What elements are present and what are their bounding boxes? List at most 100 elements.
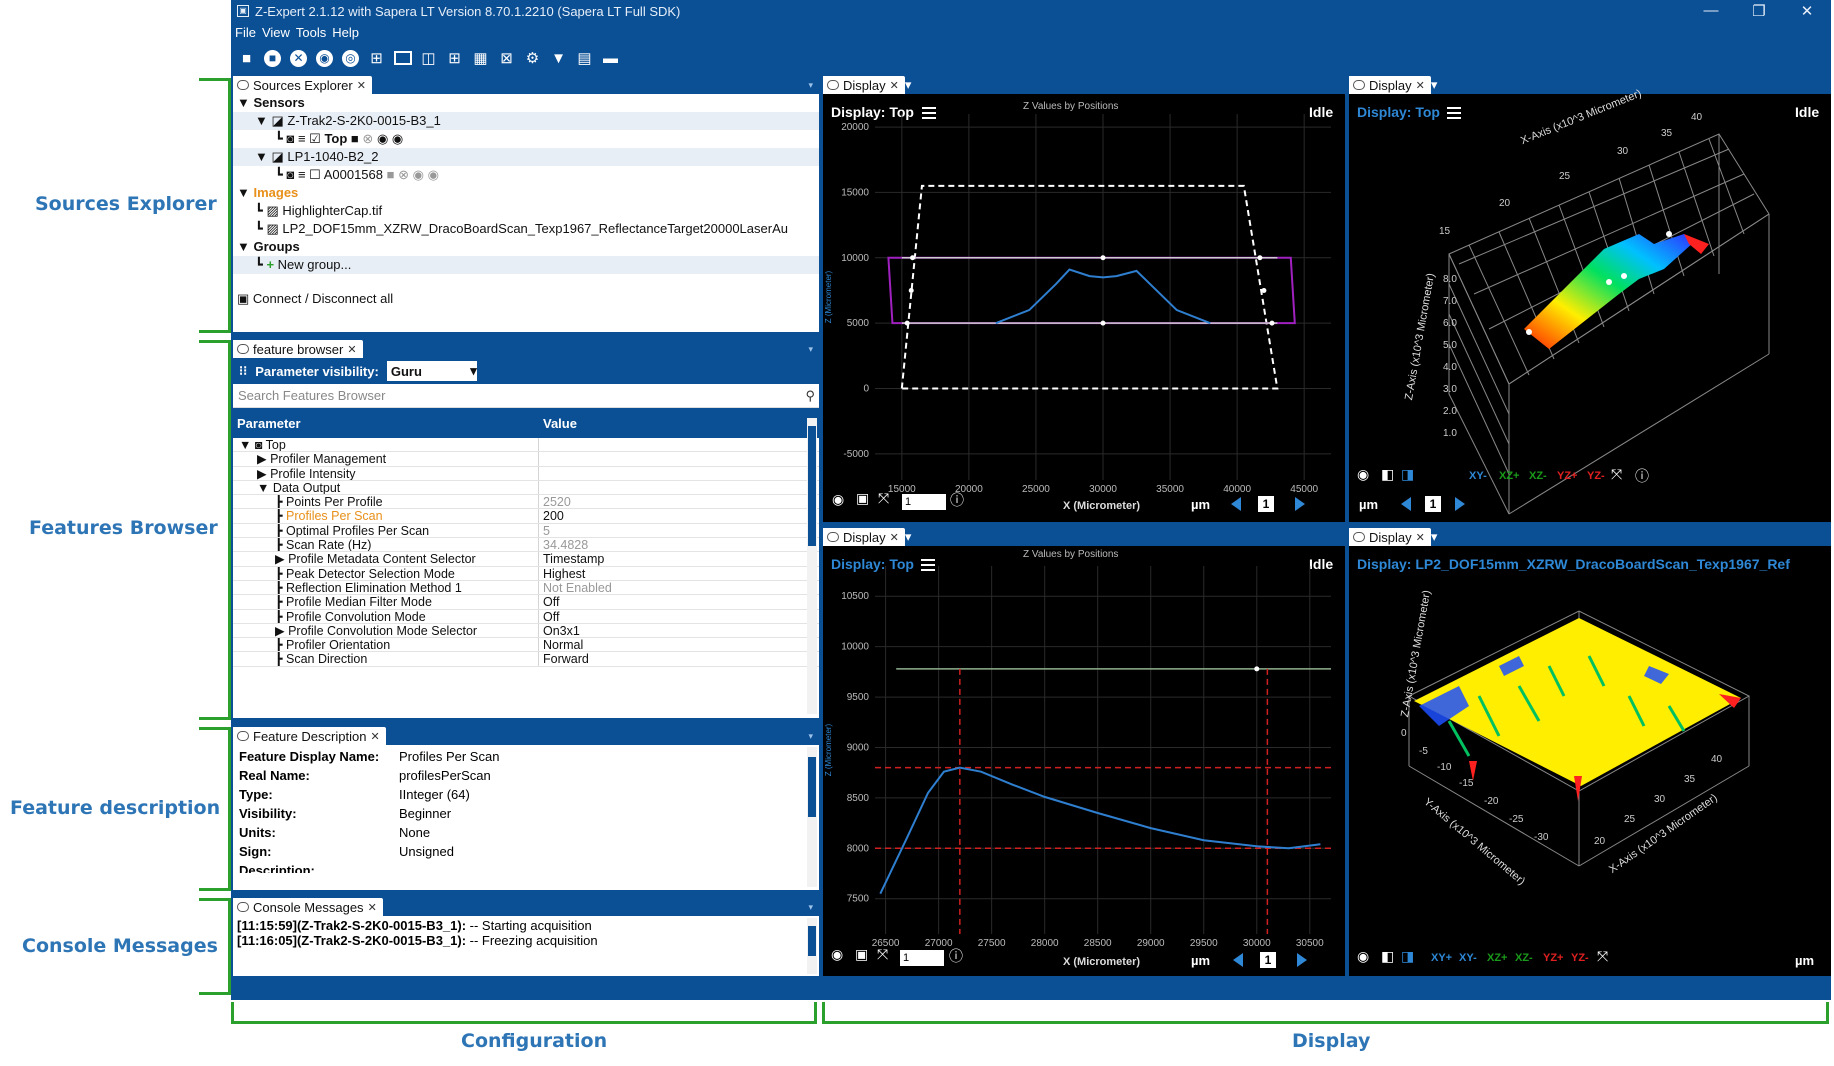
- view-xz-minus-button[interactable]: XZ-: [1529, 470, 1547, 482]
- tab-display[interactable]: Display ✕: [1349, 76, 1431, 94]
- info-icon[interactable]: ⓘ: [1635, 466, 1649, 486]
- close-tab-icon[interactable]: ✕: [368, 901, 377, 914]
- fit-icon[interactable]: ⤧: [877, 946, 888, 963]
- minimize-button[interactable]: —: [1687, 2, 1735, 20]
- restore-button[interactable]: ❐: [1735, 2, 1783, 20]
- feature-value[interactable]: 200: [539, 509, 564, 523]
- tab-display[interactable]: Display ✕: [823, 528, 905, 546]
- feature-row[interactable]: ▶ Profile Convolution Mode Selector On3x1: [233, 623, 819, 639]
- view-xz-minus-button[interactable]: XZ-: [1515, 952, 1533, 964]
- search-icon[interactable]: ⚲: [805, 388, 815, 404]
- close-tab-icon[interactable]: ✕: [1416, 531, 1425, 544]
- eye-icon[interactable]: ◉: [832, 491, 844, 508]
- close-tab-icon[interactable]: ✕: [890, 79, 899, 92]
- fit-icon[interactable]: ⤧: [878, 490, 889, 507]
- feature-search[interactable]: Search Features Browser ⚲: [233, 384, 819, 408]
- menu-view[interactable]: View: [262, 25, 290, 40]
- checkbox-checked-icon[interactable]: ☑: [309, 131, 321, 146]
- view-yz-plus-button[interactable]: YZ+: [1557, 470, 1577, 482]
- quad-layout-icon[interactable]: ⊞: [443, 47, 466, 70]
- grid-scrollbar-thumb[interactable]: [808, 426, 816, 546]
- tab-feature-browser[interactable]: feature browser ✕: [233, 340, 363, 358]
- view-xy-minus-button[interactable]: XY-: [1459, 952, 1477, 964]
- tree-new-group[interactable]: ┗ + New group...: [233, 256, 819, 274]
- tree-sensor1[interactable]: ▼ ◪ Z-Trak2-S-2K0-0015-B3_1: [233, 112, 819, 130]
- feature-row[interactable]: ┣ Scan Direction Forward: [233, 652, 819, 667]
- pane-menu-icon[interactable]: ▾: [1431, 529, 1438, 545]
- tree-image1[interactable]: ┗ ▨ HighlighterCap.tif: [233, 202, 819, 220]
- cube-icon[interactable]: ◧: [1381, 948, 1394, 965]
- feature-row[interactable]: ┣ Points Per Profile 2520: [233, 495, 819, 510]
- feature-value[interactable]: On3x1: [539, 624, 580, 638]
- snap-icon[interactable]: ◉: [313, 47, 336, 70]
- grid-scrollbar[interactable]: [807, 418, 817, 714]
- info-icon[interactable]: ⓘ: [950, 490, 964, 510]
- checkbox-icon[interactable]: ☐: [309, 167, 321, 182]
- hamburger-menu-icon[interactable]: [1447, 107, 1461, 119]
- col-value[interactable]: Value: [539, 416, 577, 431]
- tree-images[interactable]: ▼ Images: [233, 184, 819, 202]
- close-tab-icon[interactable]: ✕: [890, 531, 899, 544]
- chart-1[interactable]: 15000 20000 25000 30000 35000 40000 45000-5000…: [823, 94, 1345, 522]
- pane-menu-icon[interactable]: ▾: [1431, 77, 1438, 93]
- pane-menu-icon[interactable]: ▾: [808, 731, 813, 742]
- col-parameter[interactable]: Parameter: [233, 416, 539, 431]
- next-frame-icon[interactable]: [1455, 497, 1465, 511]
- description-scrollbar-thumb[interactable]: [808, 757, 816, 817]
- view-xz-plus-button[interactable]: XZ+: [1487, 952, 1507, 964]
- cube-icon[interactable]: ◧: [1381, 466, 1394, 483]
- pane-menu-icon[interactable]: ▾: [905, 529, 912, 545]
- camera-icon[interactable]: ■: [235, 47, 258, 70]
- view-xy-plus-button[interactable]: XY+: [1431, 952, 1452, 964]
- menu-file[interactable]: File: [235, 25, 256, 40]
- cube-outline-icon[interactable]: ◨: [1401, 948, 1414, 965]
- single-layout-icon[interactable]: [391, 47, 414, 70]
- eye-icon[interactable]: ◉: [831, 946, 843, 963]
- tree-sensor2[interactable]: ▼ ◪ LP1-1040-B2_2: [233, 148, 819, 166]
- cube-outline-icon[interactable]: ◨: [1401, 466, 1414, 483]
- feature-value[interactable]: Normal: [539, 638, 583, 652]
- save-icon[interactable]: ▤: [573, 47, 596, 70]
- tab-display[interactable]: Display ✕: [823, 76, 905, 94]
- load-icon[interactable]: ▼: [547, 47, 570, 70]
- export-icon[interactable]: ▬: [599, 47, 622, 70]
- menu-tools[interactable]: Tools: [296, 25, 326, 40]
- feature-value[interactable]: Forward: [539, 652, 589, 666]
- feature-row[interactable]: ┣ Profile Convolution Mode Off: [233, 609, 819, 624]
- next-frame-icon[interactable]: [1297, 953, 1307, 967]
- description-scrollbar[interactable]: [807, 747, 817, 887]
- grid-layout-icon[interactable]: ▦: [469, 47, 492, 70]
- prev-frame-icon[interactable]: [1233, 953, 1243, 967]
- add-display-icon[interactable]: ⊞: [365, 47, 388, 70]
- grab-icon[interactable]: ◎: [339, 47, 362, 70]
- feature-value[interactable]: Not Enabled: [539, 581, 612, 595]
- feature-value[interactable]: 34.4828: [539, 538, 588, 552]
- feature-row[interactable]: ▼ ◙ Top: [233, 438, 819, 453]
- view-yz-minus-button[interactable]: YZ-: [1587, 470, 1605, 482]
- settings-gear-icon[interactable]: ⚙: [521, 47, 544, 70]
- window-icon[interactable]: ▣: [856, 490, 869, 507]
- pane-menu-icon[interactable]: ▾: [808, 344, 813, 355]
- view-yz-plus-button[interactable]: YZ+: [1543, 952, 1563, 964]
- tree-sensor1-top[interactable]: ┗ ◙ ≡ ☑ Top ■ ⊗ ◉ ◉: [233, 130, 819, 148]
- cancel-icon[interactable]: ✕: [287, 47, 310, 70]
- close-tab-icon[interactable]: ✕: [1416, 79, 1425, 92]
- pane-menu-icon[interactable]: ▾: [808, 902, 813, 913]
- scale-spinner[interactable]: 1: [900, 950, 944, 966]
- feature-value[interactable]: Timestamp: [539, 552, 604, 566]
- feature-row[interactable]: ▶ Profile Metadata Content Selector Times…: [233, 552, 819, 567]
- stop-icon[interactable]: ■: [261, 47, 284, 70]
- prev-frame-icon[interactable]: [1231, 497, 1241, 511]
- feature-value[interactable]: 5: [539, 524, 550, 538]
- feature-row[interactable]: ▶ Profiler Management: [233, 452, 819, 467]
- feature-value[interactable]: 2520: [539, 495, 571, 509]
- feature-value[interactable]: Highest: [539, 567, 585, 581]
- tab-feature-description[interactable]: Feature Description ✕: [233, 727, 386, 745]
- close-button[interactable]: ✕: [1783, 2, 1831, 20]
- tab-display[interactable]: Display ✕: [1349, 528, 1431, 546]
- close-all-icon[interactable]: ⊠: [495, 47, 518, 70]
- feature-row[interactable]: ▶ Profile Intensity: [233, 466, 819, 481]
- feature-row[interactable]: ┣ Profile Median Filter Mode Off: [233, 595, 819, 610]
- chart-2[interactable]: 26500 27000 27500 28000 28500 29000 29500 30000…: [823, 546, 1345, 976]
- view-xy-minus-button[interactable]: XY-: [1469, 470, 1487, 482]
